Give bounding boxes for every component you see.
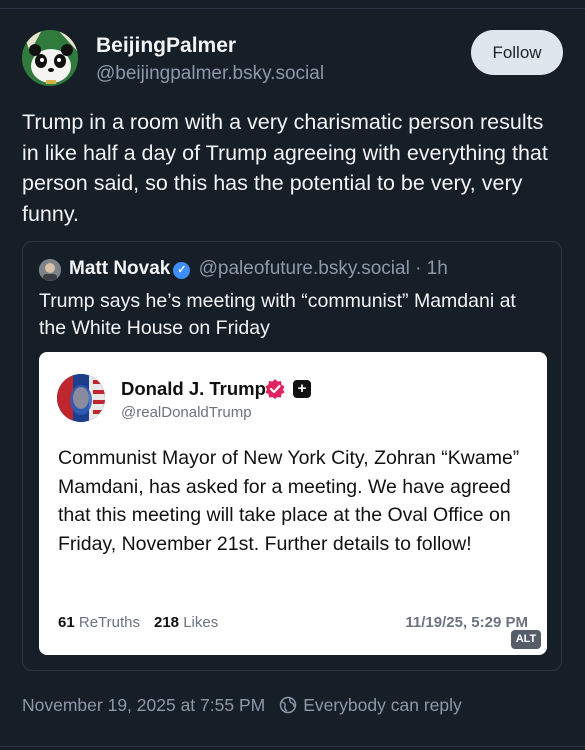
follow-button[interactable]: Follow — [471, 30, 563, 75]
embedded-image[interactable]: Donald J. Trump + @realDonaldTrump Commu… — [39, 352, 547, 655]
truth-text: Communist Mayor of New York City, Zohran… — [58, 447, 520, 555]
truth-verified-icon — [265, 379, 285, 399]
post-footer: November 19, 2025 at 7:55 PM Everybody ca… — [22, 695, 462, 719]
quote-author-name[interactable]: Matt Novak — [69, 258, 170, 279]
quote-header: Matt Novak ✓ @paleofuture.bsky.social · 1… — [69, 258, 448, 280]
truth-date: 11/19/25, 5:29 PM — [405, 614, 528, 631]
quoted-post[interactable]: Matt Novak ✓ @paleofuture.bsky.social · 1… — [22, 241, 562, 671]
post-header: BeijingPalmer @beijingpalmer.bsky.social… — [22, 30, 563, 88]
retruths-count: 61 — [58, 614, 75, 631]
alt-text-badge[interactable]: ALT — [511, 630, 541, 649]
retruths-label: ReTruths — [78, 614, 140, 631]
quote-time: · 1h — [415, 258, 448, 279]
likes-label: Likes — [183, 614, 219, 631]
likes-count: 218 — [154, 614, 180, 631]
bottom-divider — [0, 746, 585, 747]
truth-plus-icon: + — [293, 380, 311, 398]
truth-author-name: Donald J. Trump — [121, 378, 266, 399]
author-avatar[interactable] — [22, 30, 78, 86]
truth-author-avatar — [57, 374, 105, 422]
verified-check-icon: ✓ — [173, 262, 191, 279]
quote-author-handle[interactable]: @paleofuture.bsky.social — [199, 258, 410, 279]
author-handle[interactable]: @beijingpalmer.bsky.social — [96, 63, 324, 85]
globe-icon — [279, 696, 297, 719]
post-text: Trump in a room with a very charismatic … — [22, 110, 548, 226]
truth-stats: 61 ReTruths 218 Likes — [58, 614, 218, 631]
truth-author-handle: @realDonaldTrump — [121, 404, 252, 421]
author-name[interactable]: BeijingPalmer — [96, 34, 236, 58]
quote-text: Trump says he’s meeting with “communist”… — [39, 290, 516, 339]
top-divider — [0, 8, 585, 9]
quote-author-avatar — [39, 259, 61, 281]
post-timestamp: November 19, 2025 at 7:55 PM — [22, 695, 266, 715]
reply-setting[interactable]: Everybody can reply — [303, 695, 462, 715]
